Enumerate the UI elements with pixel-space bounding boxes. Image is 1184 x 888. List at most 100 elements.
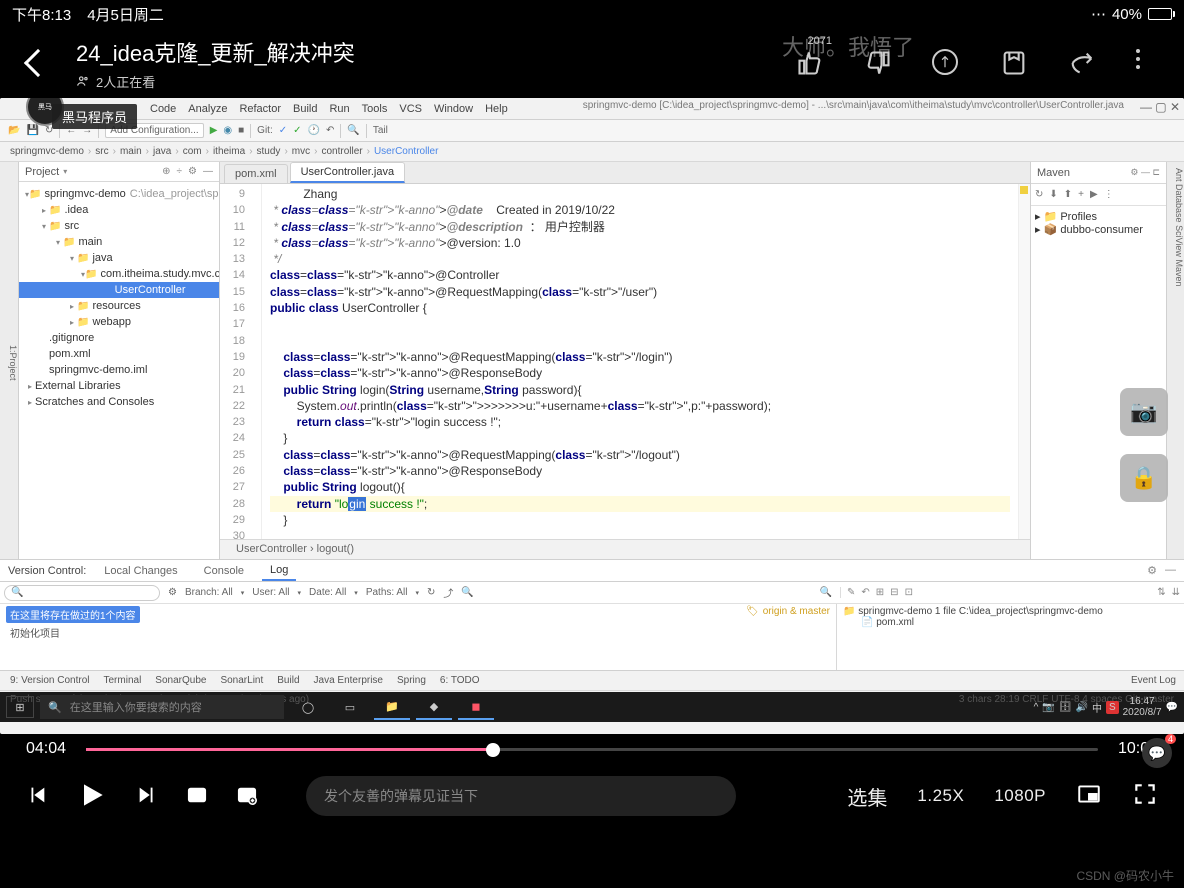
- vc-filter-paths[interactable]: Paths: All: [366, 587, 408, 598]
- dislike-button[interactable]: [864, 49, 892, 77]
- right-tool-strip[interactable]: Ant Database SciView Maven: [1166, 162, 1184, 559]
- code-text[interactable]: Zhang * class=class="k-str">"k-anno">@da…: [262, 184, 1018, 539]
- prev-button[interactable]: [26, 784, 48, 809]
- vc-tab[interactable]: Log: [262, 561, 296, 581]
- crumb[interactable]: controller: [321, 146, 362, 157]
- tree-row[interactable]: ▸Scratches and Consoles: [19, 394, 219, 410]
- task-app1[interactable]: ◆: [416, 694, 452, 720]
- danmu-toggle[interactable]: 弹: [186, 784, 208, 809]
- vc-tab[interactable]: Local Changes: [96, 562, 185, 580]
- debug-icon[interactable]: ◉: [223, 125, 232, 136]
- tree-row[interactable]: ▾com.itheima.study.mvc.c: [19, 266, 219, 282]
- tool-tab[interactable]: SonarLint: [220, 675, 263, 686]
- tool-tab[interactable]: Terminal: [104, 675, 142, 686]
- vc-changed-file[interactable]: 📄 pom.xml: [843, 617, 1178, 628]
- crumb[interactable]: java: [153, 146, 171, 157]
- menu-item[interactable]: Help: [485, 103, 508, 115]
- search-icon[interactable]: 🔍: [347, 125, 359, 136]
- back-button[interactable]: [24, 49, 52, 77]
- tree-row[interactable]: UserController: [19, 282, 219, 298]
- stop-icon[interactable]: ■: [238, 125, 244, 136]
- share-button[interactable]: [1068, 49, 1096, 77]
- editor-tab[interactable]: pom.xml: [224, 164, 288, 183]
- crumb[interactable]: itheima: [213, 146, 245, 157]
- open-icon[interactable]: 📂: [8, 125, 20, 136]
- crumb[interactable]: springmvc-demo: [10, 146, 84, 157]
- save-icon[interactable]: 💾: [26, 125, 38, 136]
- tree-row[interactable]: .gitignore: [19, 330, 219, 346]
- tool-tab[interactable]: SonarQube: [155, 675, 206, 686]
- crumb[interactable]: UserController: [374, 146, 438, 157]
- tree-row[interactable]: ▾springmvc-demoC:\idea_project\spri: [19, 186, 219, 202]
- vc-log-row[interactable]: 初始化项目: [6, 625, 830, 640]
- maven-profiles[interactable]: ▸ 📁 Profiles: [1035, 210, 1162, 223]
- menu-item[interactable]: VCS: [399, 103, 422, 115]
- task-cortana[interactable]: ◯: [290, 694, 326, 720]
- task-idea[interactable]: ◼: [458, 694, 494, 720]
- tool-tab[interactable]: 6: TODO: [440, 675, 480, 686]
- tree-row[interactable]: ▾src: [19, 218, 219, 234]
- task-view[interactable]: ▭: [332, 694, 368, 720]
- vc-log-list[interactable]: 🏷origin & master 在这里将存在做过的1个内容 初始化项目: [0, 604, 836, 670]
- play-button[interactable]: [76, 779, 108, 814]
- vc-tab[interactable]: Console: [196, 562, 252, 580]
- tool-tab[interactable]: Java Enterprise: [314, 675, 383, 686]
- vc-filter-user[interactable]: User: All: [252, 587, 289, 598]
- menu-item[interactable]: Tools: [362, 103, 388, 115]
- tree-row[interactable]: ▾main: [19, 234, 219, 250]
- project-tree[interactable]: ▾springmvc-demoC:\idea_project\spri▸.ide…: [19, 182, 219, 414]
- left-tool-strip[interactable]: 1:Project: [0, 162, 19, 559]
- danmu-input[interactable]: 发个友善的弹幕见证当下: [306, 776, 736, 816]
- menu-item[interactable]: Refactor: [239, 103, 281, 115]
- tree-row[interactable]: ▸resources: [19, 298, 219, 314]
- favorite-button[interactable]: [1000, 49, 1028, 77]
- progress-bar[interactable]: [86, 748, 1098, 751]
- windows-search[interactable]: 🔍 在这里输入你要搜索的内容: [40, 695, 284, 719]
- vc-log-search[interactable]: 🔍: [4, 585, 160, 601]
- window-controls[interactable]: — ▢ ✕: [1140, 100, 1180, 114]
- fullscreen-button[interactable]: [1132, 781, 1158, 812]
- crumb[interactable]: com: [183, 146, 202, 157]
- tree-row[interactable]: ▸External Libraries: [19, 378, 219, 394]
- more-button[interactable]: [1136, 49, 1164, 77]
- pip-button[interactable]: [1076, 781, 1102, 812]
- screenshot-button[interactable]: 📷: [1120, 388, 1168, 436]
- crumb[interactable]: main: [120, 146, 142, 157]
- chat-bubble[interactable]: 💬4: [1142, 738, 1172, 768]
- episodes-button[interactable]: 选集: [847, 782, 887, 811]
- event-log-tab[interactable]: Event Log: [1131, 675, 1176, 686]
- quality-button[interactable]: 1080P: [994, 786, 1046, 806]
- task-explorer[interactable]: 📁: [374, 694, 410, 720]
- run-icon[interactable]: ▶: [210, 125, 218, 136]
- crumb[interactable]: study: [257, 146, 281, 157]
- start-button[interactable]: ⊞: [6, 696, 34, 718]
- menu-item[interactable]: Build: [293, 103, 317, 115]
- like-button[interactable]: 2071: [796, 49, 824, 77]
- tree-row[interactable]: ▸webapp: [19, 314, 219, 330]
- menu-item[interactable]: Run: [329, 103, 349, 115]
- editor-tab[interactable]: UserController.java: [290, 162, 406, 183]
- project-pane-title[interactable]: Project: [25, 166, 59, 178]
- lock-button[interactable]: 🔒: [1120, 454, 1168, 502]
- git-update-icon[interactable]: ✓: [279, 125, 287, 136]
- tree-row[interactable]: springmvc-demo.iml: [19, 362, 219, 378]
- tree-row[interactable]: pom.xml: [19, 346, 219, 362]
- tree-row[interactable]: ▾java: [19, 250, 219, 266]
- git-history-icon[interactable]: 🕐: [308, 125, 320, 136]
- tool-tab[interactable]: Spring: [397, 675, 426, 686]
- tree-row[interactable]: ▸.idea: [19, 202, 219, 218]
- menu-item[interactable]: Analyze: [188, 103, 227, 115]
- next-button[interactable]: [136, 784, 158, 809]
- maven-module[interactable]: ▸ 📦 dubbo-consumer: [1035, 223, 1162, 236]
- danmu-settings[interactable]: [236, 784, 258, 809]
- vc-filter-branch[interactable]: Branch: All: [185, 587, 233, 598]
- vc-log-row[interactable]: 在这里将存在做过的1个内容: [6, 606, 140, 623]
- tool-tab[interactable]: Build: [277, 675, 299, 686]
- git-revert-icon[interactable]: ↶: [326, 125, 334, 136]
- crumb[interactable]: src: [95, 146, 108, 157]
- menu-item[interactable]: Code: [150, 103, 176, 115]
- crumb[interactable]: mvc: [292, 146, 310, 157]
- vc-filter-date[interactable]: Date: All: [309, 587, 346, 598]
- speed-button[interactable]: 1.25X: [917, 786, 964, 806]
- system-tray[interactable]: ^📷🗄🔊中S 16:472020/8/7 💬: [1034, 696, 1178, 718]
